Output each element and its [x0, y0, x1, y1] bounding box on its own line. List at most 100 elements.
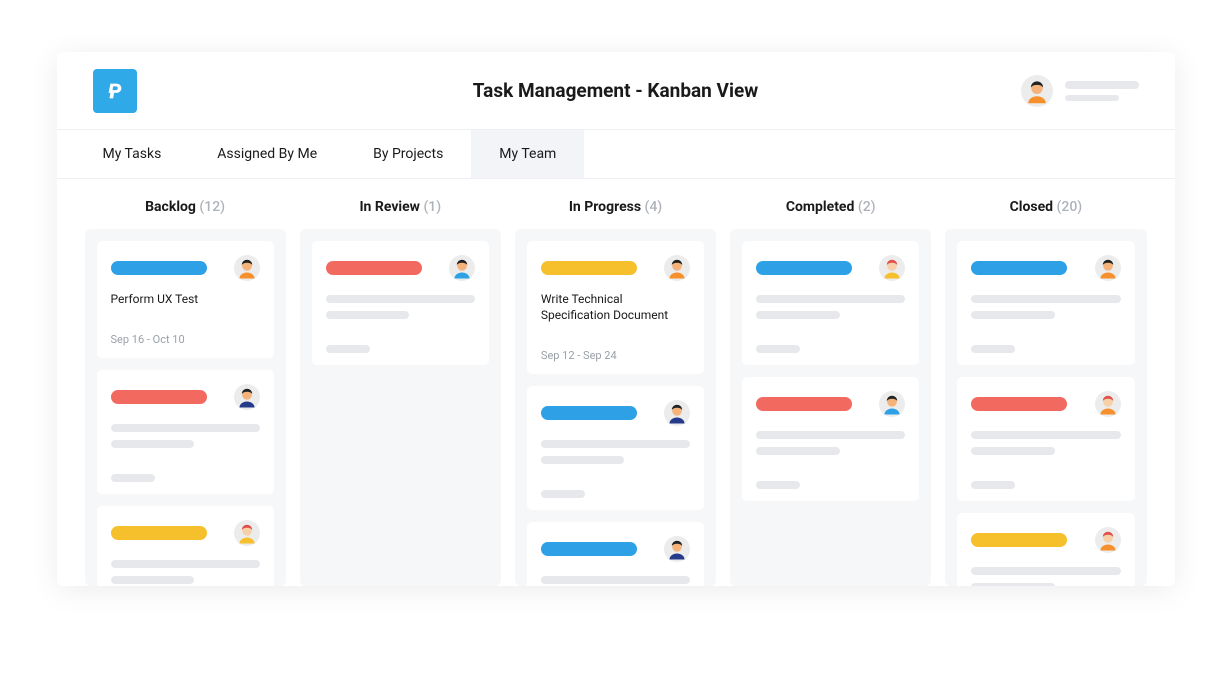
status-pill [971, 397, 1067, 411]
status-pill [756, 397, 852, 411]
card-dates: Sep 16 - Oct 10 [111, 333, 260, 346]
placeholder-line [971, 311, 1055, 319]
placeholder-line [541, 576, 690, 584]
assignee-avatar[interactable] [879, 391, 905, 417]
status-pill [756, 261, 852, 275]
assignee-avatar[interactable] [664, 536, 690, 562]
app-window: Task Management - Kanban View My TasksAs… [57, 52, 1175, 586]
column-body [730, 229, 931, 586]
column-title: In Progress [569, 199, 641, 215]
placeholder-line [971, 567, 1120, 575]
card-header [541, 255, 690, 281]
assignee-avatar[interactable] [664, 400, 690, 426]
card-header [756, 255, 905, 281]
placeholder-line [326, 295, 475, 303]
task-card[interactable]: Perform UX Test Sep 16 - Oct 10 [97, 241, 274, 358]
status-pill [541, 406, 637, 420]
assignee-avatar[interactable] [234, 255, 260, 281]
task-card[interactable] [97, 370, 274, 494]
view-tabs: My TasksAssigned By MeBy ProjectsMy Team [57, 130, 1175, 179]
column-header: Completed (2) [730, 195, 931, 229]
status-pill [111, 526, 207, 540]
column-count: (12) [199, 199, 225, 215]
placeholder-line [541, 456, 625, 464]
logo-icon [104, 80, 126, 102]
placeholder-line [111, 576, 195, 584]
status-pill [541, 261, 637, 275]
card-header [111, 384, 260, 410]
placeholder-line [111, 560, 260, 568]
placeholder-line [111, 440, 195, 448]
column-count: (20) [1057, 199, 1083, 215]
placeholder-footer [326, 345, 370, 353]
assignee-avatar[interactable] [449, 255, 475, 281]
task-card[interactable] [957, 377, 1134, 501]
placeholder-line [971, 447, 1055, 455]
placeholder-line [111, 424, 260, 432]
assignee-avatar[interactable] [879, 255, 905, 281]
placeholder-footer [971, 481, 1015, 489]
placeholder-line [971, 583, 1055, 586]
column-title: Completed [786, 199, 855, 215]
card-header [971, 255, 1120, 281]
column-header: In Progress (4) [515, 195, 716, 229]
task-card[interactable] [527, 386, 704, 510]
assignee-avatar[interactable] [1095, 527, 1121, 553]
column-in-progress: In Progress (4) Write Technical Specific… [515, 195, 716, 586]
profile-meta-placeholder [1065, 81, 1139, 101]
assignee-avatar[interactable] [1095, 255, 1121, 281]
task-card[interactable]: Write Technical Specification DocumentSe… [527, 241, 704, 374]
task-card[interactable] [957, 241, 1134, 365]
profile-area[interactable] [1021, 75, 1139, 107]
placeholder-footer [756, 481, 800, 489]
page-title: Task Management - Kanban View [57, 79, 1175, 102]
column-header: Closed (20) [945, 195, 1146, 229]
placeholder-footer [541, 490, 585, 498]
kanban-board: Backlog (12) Perform UX TestSep 16 - Oct… [57, 179, 1175, 586]
column-count: (4) [645, 199, 663, 215]
tab-assigned-by-me[interactable]: Assigned By Me [189, 130, 345, 178]
tab-my-team[interactable]: My Team [471, 130, 584, 178]
assignee-avatar[interactable] [234, 384, 260, 410]
task-card[interactable] [742, 377, 919, 501]
placeholder-footer [756, 345, 800, 353]
placeholder-line [541, 440, 690, 448]
placeholder-line [756, 447, 840, 455]
column-body: Write Technical Specification DocumentSe… [515, 229, 716, 586]
status-pill [541, 542, 637, 556]
tab-by-projects[interactable]: By Projects [345, 130, 471, 178]
card-header [971, 527, 1120, 553]
status-pill [326, 261, 422, 275]
status-pill [971, 533, 1067, 547]
card-header [756, 391, 905, 417]
card-header [971, 391, 1120, 417]
column-count: (1) [423, 199, 441, 215]
task-card[interactable] [742, 241, 919, 365]
placeholder-line [971, 295, 1120, 303]
task-card[interactable] [97, 506, 274, 586]
status-pill [971, 261, 1067, 275]
placeholder-line [326, 311, 410, 319]
assignee-avatar[interactable] [234, 520, 260, 546]
task-card[interactable] [527, 522, 704, 586]
current-user-avatar[interactable] [1021, 75, 1053, 107]
placeholder-line [756, 311, 840, 319]
assignee-avatar[interactable] [1095, 391, 1121, 417]
task-card[interactable] [957, 513, 1134, 586]
tab-my-tasks[interactable]: My Tasks [75, 130, 190, 178]
card-title: Write Technical Specification Document [541, 291, 690, 323]
status-pill [111, 261, 207, 275]
app-logo[interactable] [93, 69, 137, 113]
column-title: In Review [359, 199, 420, 215]
card-header [111, 520, 260, 546]
column-body [945, 229, 1146, 586]
task-card[interactable] [312, 241, 489, 365]
placeholder-footer [971, 345, 1015, 353]
card-title: Perform UX Test [111, 291, 260, 307]
column-header: In Review (1) [300, 195, 501, 229]
assignee-avatar[interactable] [664, 255, 690, 281]
placeholder-line [756, 295, 905, 303]
placeholder-line [756, 431, 905, 439]
column-completed: Completed (2) [730, 195, 931, 586]
card-header [541, 400, 690, 426]
